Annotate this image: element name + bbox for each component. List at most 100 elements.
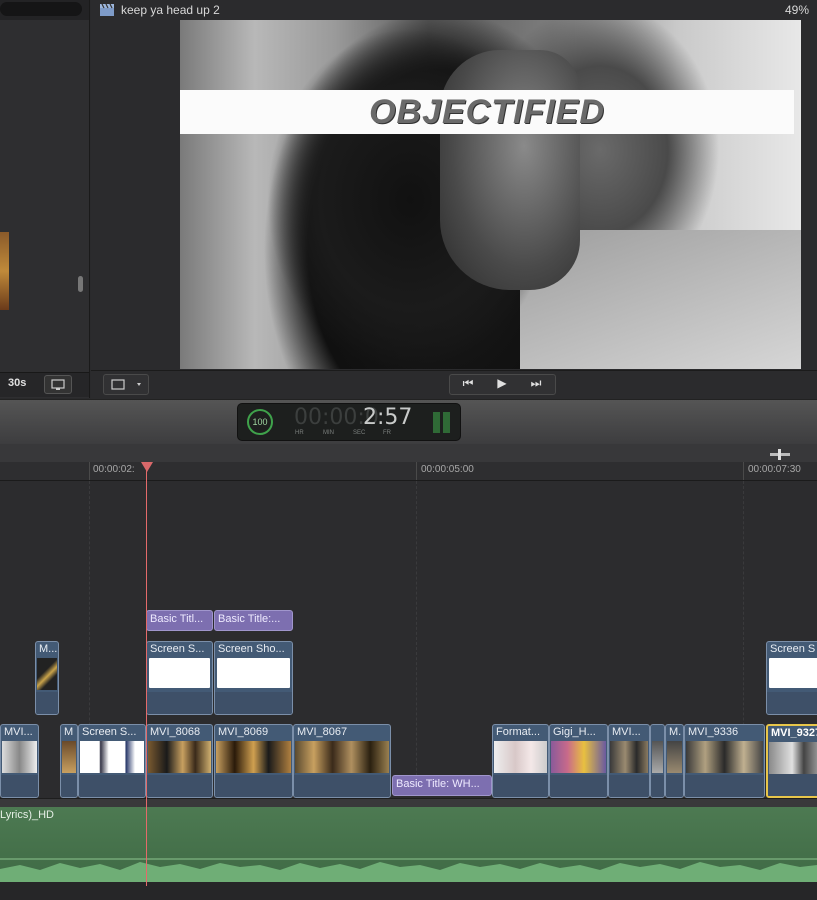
- title-clip[interactable]: Basic Title:...: [214, 610, 293, 631]
- clip-label: Gigi_H...: [553, 726, 596, 738]
- clip-audio-area: [685, 775, 764, 797]
- clip-appearance-button[interactable]: [44, 375, 72, 394]
- title-clip-label: Basic Titl...: [150, 613, 204, 625]
- title-clip[interactable]: Basic Title: WH...: [392, 775, 492, 796]
- timecode-unit-fr: FR: [383, 430, 391, 436]
- primary-clip-selected[interactable]: MVI_9327: [766, 724, 817, 798]
- clip-audio-area: [1, 775, 38, 797]
- clip-audio-area: [550, 775, 607, 797]
- primary-clip[interactable]: MVI...: [608, 724, 650, 798]
- transform-menu-button[interactable]: [103, 374, 149, 395]
- viewer-zoom-level[interactable]: 49%: [785, 3, 809, 17]
- clip-filmstrip: [610, 741, 648, 773]
- connected-clip[interactable]: Screen S: [766, 641, 817, 715]
- connected-clip[interactable]: Screen Sho...: [214, 641, 293, 715]
- clip-filmstrip: [80, 741, 144, 773]
- clip-filmstrip: [494, 741, 547, 773]
- project-name: keep ya head up 2: [121, 3, 220, 17]
- skimming-toggle-icon[interactable]: [770, 447, 790, 460]
- primary-clip[interactable]: MVI_9336: [684, 724, 765, 798]
- clip-filmstrip: [217, 658, 290, 688]
- clip-label: MVI...: [612, 726, 641, 738]
- clip-filmstrip: [2, 741, 37, 773]
- clip-filmstrip: [295, 741, 389, 773]
- clip-filmstrip: [551, 741, 606, 773]
- browser-search-field[interactable]: [0, 2, 82, 16]
- browser-scrollbar[interactable]: [78, 276, 83, 292]
- clip-audio-area: [493, 775, 548, 797]
- timeline-guide: [416, 481, 418, 811]
- clip-label: MVI_8068: [150, 726, 201, 738]
- timecode-unit-hr: HR: [295, 430, 304, 436]
- primary-clip[interactable]: Screen S...: [78, 724, 146, 798]
- clip-audio-area: [61, 775, 77, 797]
- clip-duration-zoom-label[interactable]: 30s: [8, 377, 26, 389]
- background-task-progress[interactable]: 100: [247, 409, 273, 435]
- browser-clip-thumbnail[interactable]: [0, 232, 9, 310]
- audio-meter[interactable]: [433, 412, 451, 433]
- clip-filmstrip: [667, 741, 682, 773]
- primary-clip[interactable]: M.: [665, 724, 684, 798]
- primary-clip[interactable]: Gigi_H...: [549, 724, 608, 798]
- clip-label: Format...: [496, 726, 541, 738]
- playhead[interactable]: [146, 462, 147, 886]
- timeline-footer: [0, 882, 817, 900]
- timecode-display[interactable]: 2:57: [363, 405, 412, 430]
- title-clip-label: Basic Title: WH...: [396, 778, 480, 790]
- event-browser: [0, 0, 90, 398]
- title-clip[interactable]: Basic Titl...: [146, 610, 213, 631]
- clip-label: MVI_8067: [297, 726, 348, 738]
- ruler-label: 00:00:05:00: [421, 464, 474, 475]
- clip-audio-area: [294, 775, 390, 797]
- title-overlay-text: OBJECTIFIED: [369, 93, 605, 131]
- timecode-unit-sec: SEC: [353, 430, 366, 436]
- clip-audio-area: [147, 692, 212, 714]
- clip-label: Screen S...: [82, 726, 137, 738]
- clip-audio-area: [767, 692, 817, 714]
- clip-label: Screen Sho...: [218, 643, 285, 655]
- connected-clip[interactable]: Screen S...: [146, 641, 213, 715]
- primary-clip[interactable]: Format...: [492, 724, 549, 798]
- title-clip-label: Basic Title:...: [218, 613, 281, 625]
- clip-label: M.: [669, 726, 682, 738]
- clip-audio-area: [609, 775, 649, 797]
- primary-clip[interactable]: [650, 724, 665, 798]
- audio-clip-label: Lyrics)_HD: [0, 809, 54, 821]
- crop-icon: [111, 379, 141, 390]
- clip-filmstrip: [37, 658, 57, 690]
- clip-audio-area: [768, 774, 817, 796]
- clip-label: MVI_9327: [771, 727, 817, 739]
- clip-audio-area: [147, 775, 212, 797]
- clip-filmstrip: [62, 741, 76, 773]
- clip-label: M: [64, 726, 74, 738]
- primary-clip[interactable]: MVI_8068: [146, 724, 213, 798]
- clip-filmstrip: [769, 658, 817, 688]
- primary-clip[interactable]: MVI_8067: [293, 724, 391, 798]
- playhead-handle[interactable]: [141, 462, 153, 472]
- primary-storyline-bar: [0, 798, 817, 807]
- timeline-header: [0, 444, 817, 463]
- primary-clip[interactable]: MVI...: [0, 724, 39, 798]
- clip-filmstrip: [148, 741, 211, 773]
- audio-waveform: [0, 855, 817, 883]
- play-button[interactable]: ▶: [485, 374, 519, 393]
- clip-label: Screen S: [770, 643, 816, 655]
- clapperboard-icon: [100, 3, 114, 16]
- connected-clip[interactable]: M...: [35, 641, 59, 715]
- clip-label: M...: [39, 643, 58, 655]
- clip-audio-area: [215, 775, 292, 797]
- clip-label: MVI...: [4, 726, 33, 738]
- next-edit-button[interactable]: ⏭: [519, 374, 553, 393]
- clip-filmstrip: [769, 742, 817, 774]
- clip-audio-area: [651, 775, 664, 797]
- ruler-tick: [89, 462, 90, 480]
- primary-clip[interactable]: M: [60, 724, 78, 798]
- timecode-unit-min: MIN: [323, 430, 334, 436]
- clip-audio-area: [36, 692, 58, 714]
- ruler-tick: [416, 462, 417, 480]
- clip-label: MVI_9336: [688, 726, 739, 738]
- primary-clip[interactable]: MVI_8069: [214, 724, 293, 798]
- ruler-label: 00:00:07:30: [748, 464, 801, 475]
- clip-filmstrip: [686, 741, 763, 773]
- previous-edit-button[interactable]: ⏮: [451, 374, 485, 393]
